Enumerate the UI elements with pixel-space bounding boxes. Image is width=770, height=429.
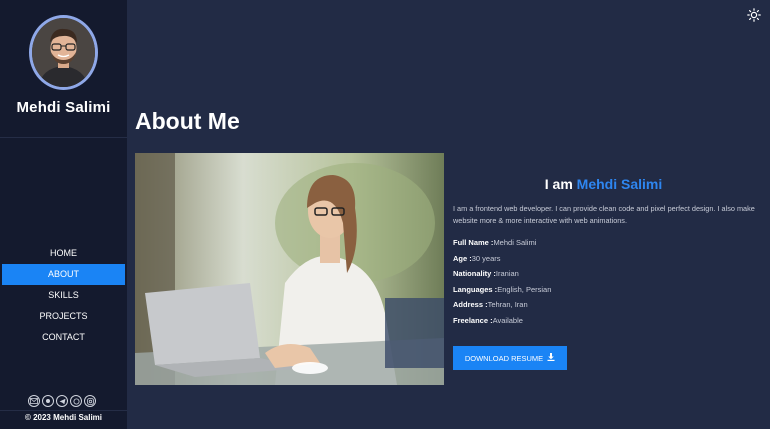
main-nav: HOME ABOUT SKILLS PROJECTS CONTACT	[0, 243, 127, 348]
nav-item-about[interactable]: ABOUT	[2, 264, 125, 285]
page-title: About Me	[135, 108, 240, 134]
download-icon	[547, 353, 555, 363]
detail-full-name: Full Name :Mehdi Salimi	[453, 238, 537, 247]
instagram-icon[interactable]	[84, 395, 96, 407]
divider	[0, 137, 127, 138]
social-links	[28, 395, 96, 407]
detail-freelance: Freelance :Available	[453, 315, 523, 325]
whatsapp-icon[interactable]	[70, 395, 82, 407]
mail-icon[interactable]	[28, 395, 40, 407]
avatar	[29, 15, 98, 90]
download-resume-label: DOWNLOAD RESUME	[464, 353, 544, 363]
profile-name: Mehdi Salimi	[16, 99, 111, 116]
sun-icon[interactable]	[747, 8, 761, 22]
divider	[0, 410, 127, 411]
sidebar: Mehdi Salimi HOME ABOUT SKILLS PROJECTS …	[0, 0, 127, 429]
detail-nationality: Nationality :Iranian	[453, 269, 519, 278]
nav-item-projects[interactable]: PROJECTS	[0, 306, 127, 327]
nav-item-skills[interactable]: SKILLS	[0, 285, 127, 306]
download-resume-button[interactable]: DOWNLOAD RESUME	[453, 346, 567, 370]
github-icon[interactable]	[42, 395, 54, 407]
nav-item-home[interactable]: HOME	[0, 243, 127, 264]
intro-name: Mehdi Salimi	[576, 176, 663, 192]
copyright: © 2023 Mehdi Salimi	[24, 413, 103, 422]
detail-age: Age :30 years	[453, 253, 501, 263]
telegram-icon[interactable]	[56, 395, 68, 407]
details-list: Full Name :Mehdi Salimi Age :30 years Na…	[453, 237, 753, 330]
bio-text: I am a frontend web developer. I can pro…	[453, 204, 755, 225]
nav-item-contact[interactable]: CONTACT	[0, 327, 127, 348]
intro-heading: I am Mehdi Salimi	[453, 176, 754, 192]
about-photo	[135, 153, 444, 385]
detail-languages: Languages :English, Persian	[453, 284, 552, 294]
detail-address: Address :Tehran, Iran	[453, 300, 528, 309]
intro-prefix: I am	[544, 176, 577, 192]
